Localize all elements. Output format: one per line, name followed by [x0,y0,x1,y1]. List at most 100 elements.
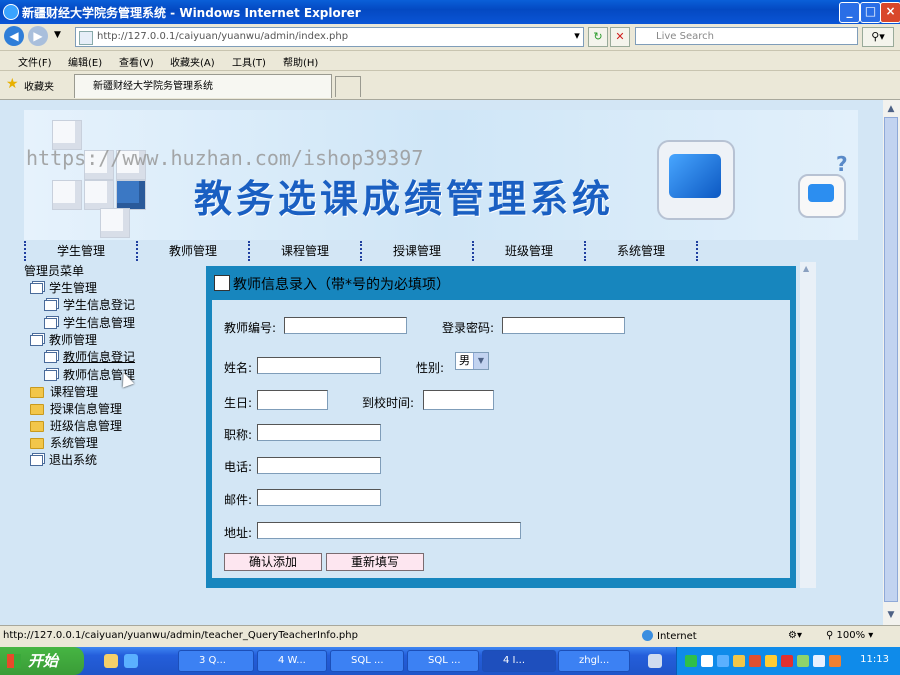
sidebar-item-teacher-register[interactable]: 教师信息登记 [44,348,135,365]
address-input-field[interactable] [257,522,521,539]
folder-icon [30,438,44,449]
minimize-button[interactable]: _ [839,2,860,23]
window-icon [44,352,57,363]
topnav-course[interactable]: 课程管理 [248,241,360,261]
topnav-teacher[interactable]: 教师管理 [136,241,248,261]
topnav-class[interactable]: 班级管理 [472,241,584,261]
taskbar-button-ie[interactable]: 4 I... [482,650,556,672]
sidebar-item-system[interactable]: 系统管理 [30,434,98,451]
window-icon [44,370,57,381]
stop-icon[interactable]: ✕ [610,27,630,47]
search-icon[interactable]: ⚲▾ [862,27,894,47]
scroll-up-icon[interactable]: ▲ [803,264,809,273]
robot-icon [798,174,846,218]
zoom-control[interactable]: ⚲ 100% ▾ [826,630,873,641]
taskbar-button-sql-1[interactable]: SQL ... [330,650,404,672]
menu-edit[interactable]: 编辑(E) [68,54,102,69]
topnav-teaching[interactable]: 授课管理 [360,241,472,261]
protected-mode-icon[interactable]: ⚙▾ [788,630,802,641]
tray-globe-icon[interactable] [717,655,729,667]
tray-update-icon[interactable] [829,655,841,667]
status-bar: http://127.0.0.1/caiyuan/yuanwu/admin/te… [0,625,900,648]
folder-icon [30,387,44,398]
phone-input[interactable] [257,457,381,474]
tray-volume-icon[interactable] [813,655,825,667]
menu-tools[interactable]: 工具(T) [232,54,266,69]
email-label: 邮件: [224,493,253,507]
gender-select[interactable]: 男 ▼ [455,352,489,370]
page-scrollbar[interactable]: ▲ ▼ [883,100,900,625]
scroll-down-icon[interactable]: ▼ [884,608,898,622]
taskbar-button-sql-2[interactable]: SQL ... [407,650,479,672]
title-input[interactable] [257,424,381,441]
back-button[interactable]: ◀ [4,26,24,46]
address-input[interactable]: http://127.0.0.1/caiyuan/yuanwu/admin/in… [75,27,584,47]
favorites-star-icon[interactable]: ★ [6,76,19,92]
address-dropdown-icon[interactable]: ▾ [568,27,586,45]
menu-file[interactable]: 文件(F) [18,54,52,69]
keyboard-icon[interactable] [648,654,662,668]
ie-quicklaunch-icon[interactable] [124,654,138,668]
submit-button[interactable]: 确认添加 [224,553,322,571]
menu-view[interactable]: 查看(V) [119,54,154,69]
sidebar-item-student-register[interactable]: 学生信息登记 [44,296,135,313]
name-input[interactable] [257,357,381,374]
nav-separator [696,241,700,261]
content-scrollbar[interactable]: ▲ [800,262,816,588]
system-title: 教务选课成绩管理系统 [194,177,615,221]
tray-db-icon[interactable] [733,655,745,667]
refresh-icon[interactable]: ↻ [588,27,608,47]
tray-user-icon[interactable] [765,655,777,667]
sidebar-header: 管理员菜单 [24,264,85,278]
top-navigation: 学生管理 教师管理 课程管理 授课管理 班级管理 系统管理 [24,241,698,261]
system-tray: 11:13 [676,647,900,675]
taskbar-button-qq[interactable]: 3 Q... [178,650,254,672]
sidebar-item-course[interactable]: 课程管理 [30,383,98,400]
site-banner: https://www.huzhan.com/ishop39397 教务选课成绩… [24,110,858,240]
browser-tab[interactable]: 新疆财经大学院务管理系统 [74,74,332,98]
menu-help[interactable]: 帮助(H) [283,54,318,69]
topnav-student[interactable]: 学生管理 [24,241,136,261]
windows-logo-icon [7,654,21,668]
favorites-label[interactable]: 收藏夹 [24,78,54,93]
window-icon [44,318,57,329]
scroll-thumb[interactable] [884,117,898,602]
sidebar-item-teaching[interactable]: 授课信息管理 [30,400,122,417]
window-titlebar[interactable]: 新疆财经大学院务管理系统 - Windows Internet Explorer… [0,0,900,24]
globe-icon [642,630,653,641]
explorer-quicklaunch-icon[interactable] [104,654,118,668]
password-input[interactable] [502,317,625,334]
start-button[interactable]: 开始 [0,647,84,675]
sidebar-item-logout[interactable]: 退出系统 [30,451,97,468]
teacher-no-label: 教师编号: [224,321,277,335]
tray-shield-icon[interactable] [781,655,793,667]
email-input[interactable] [257,489,381,506]
watermark-text: https://www.huzhan.com/ishop39397 [26,146,424,170]
tray-antivirus-icon[interactable] [797,655,809,667]
birthday-input[interactable] [257,390,328,410]
sidebar-item-class[interactable]: 班级信息管理 [30,417,122,434]
topnav-system[interactable]: 系统管理 [584,241,696,261]
history-dropdown-icon[interactable]: ▼ [54,30,61,40]
taskbar-button-word[interactable]: 4 W... [257,650,327,672]
scroll-up-icon[interactable]: ▲ [884,102,898,116]
menu-favorites[interactable]: 收藏夹(A) [170,54,215,69]
page-icon [79,31,93,45]
favorites-bar: ★ 收藏夹 新疆财经大学院务管理系统 [0,71,900,100]
tray-network-icon[interactable] [685,655,697,667]
arrival-date-input[interactable] [423,390,494,410]
sidebar-item-teacher[interactable]: 教师管理 [30,331,97,348]
tray-cloud-icon[interactable] [701,655,713,667]
maximize-button[interactable]: □ [860,2,881,23]
tray-qq-icon[interactable] [749,655,761,667]
sidebar-item-student-manage[interactable]: 学生信息管理 [44,314,135,331]
close-button[interactable]: × [880,2,900,23]
new-tab-button[interactable] [335,76,361,97]
teacher-no-input[interactable] [284,317,407,334]
security-zone: Internet [642,630,697,642]
forward-button[interactable]: ▶ [28,26,48,46]
sidebar-item-student[interactable]: 学生管理 [30,279,97,296]
search-input[interactable]: Live Search [635,27,858,45]
reset-button[interactable]: 重新填写 [326,553,424,571]
taskbar-button-zhgl[interactable]: zhgl... [558,650,630,672]
